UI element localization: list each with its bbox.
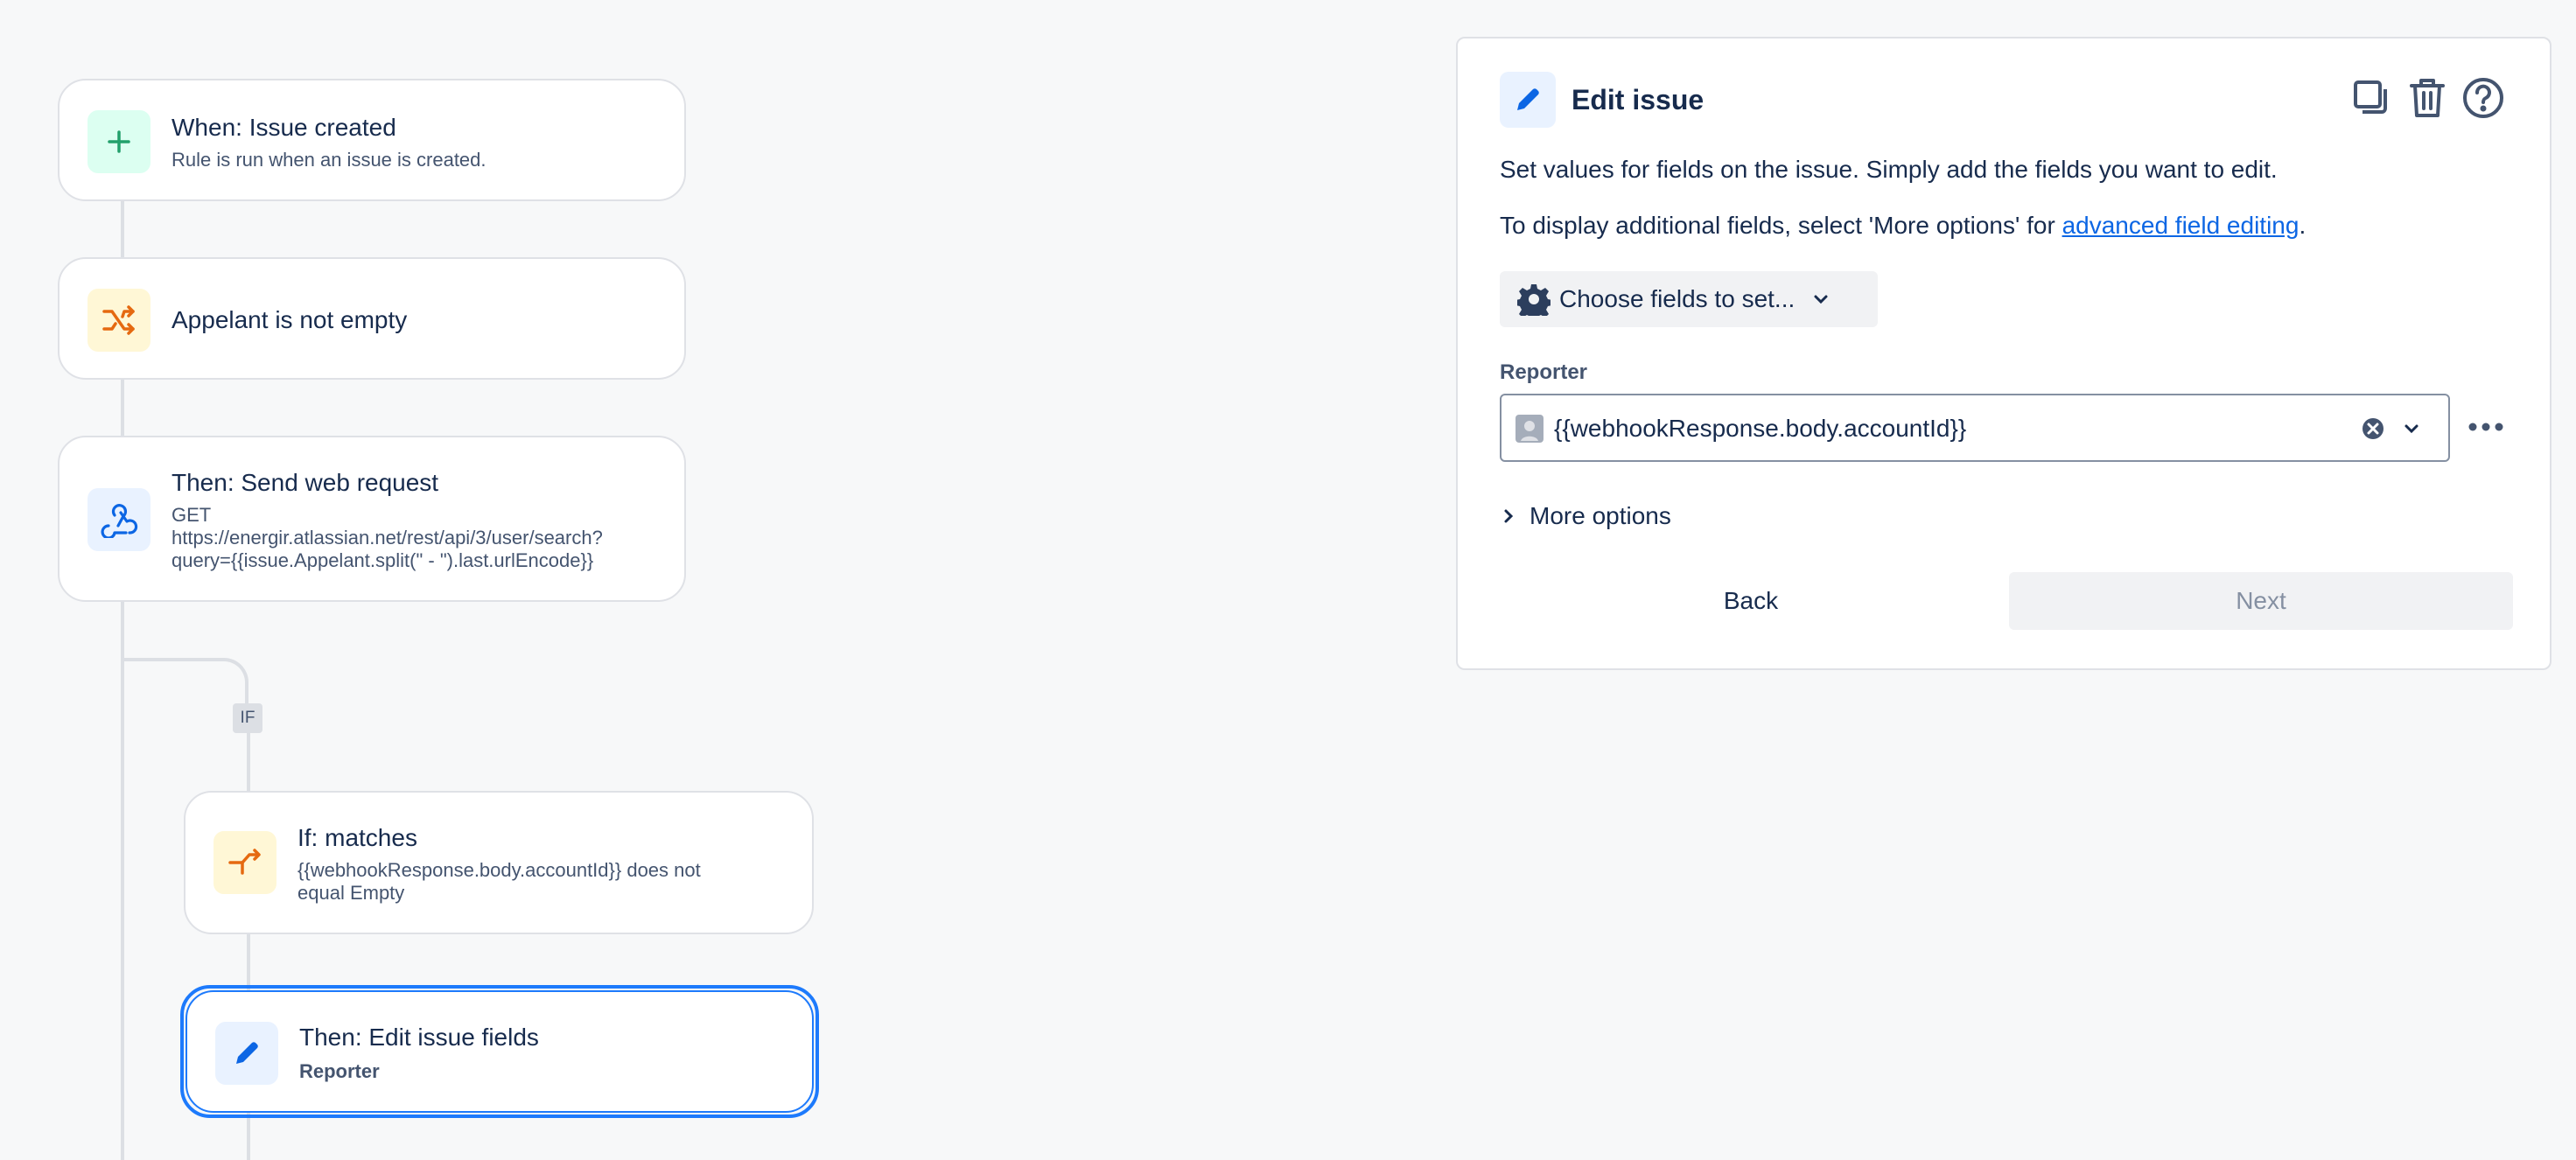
help-button[interactable] <box>2459 73 2508 122</box>
shuffle-icon <box>88 289 150 352</box>
advanced-field-editing-link[interactable]: advanced field editing <box>2062 212 2300 239</box>
more-actions-icon[interactable] <box>2464 409 2508 444</box>
web-request-url: https://energir.atlassian.net/rest/api/3… <box>172 527 603 549</box>
chevron-right-icon <box>1503 507 1514 525</box>
reporter-field[interactable]: {{webhookResponse.body.accountId}} <box>1500 394 2450 462</box>
if-matches-title: If: matches <box>298 824 417 851</box>
additional-fields-suffix: . <box>2299 212 2306 239</box>
edit-issue-panel: Edit issue Set values for fields on the … <box>1456 37 2552 670</box>
web-request-title: Then: Send web request <box>172 469 439 496</box>
connector-line <box>247 1111 250 1160</box>
trigger-subtitle: Rule is run when an issue is created. <box>172 149 486 171</box>
avatar <box>1516 415 1544 443</box>
webhook-icon <box>88 488 150 551</box>
connector-line <box>247 733 250 793</box>
gear-icon <box>1517 283 1550 316</box>
connector-line <box>247 933 250 992</box>
if-matches-line2: equal Empty <box>298 882 405 904</box>
trigger-title: When: Issue created <box>172 114 396 141</box>
pencil-icon <box>1500 72 1556 128</box>
if-matches-card[interactable]: If: matches {{webhookResponse.body.accou… <box>184 791 814 934</box>
edit-fields-card[interactable]: Then: Edit issue fields Reporter <box>186 990 814 1113</box>
condition-card[interactable]: Appelant is not empty <box>58 257 686 380</box>
more-options-toggle[interactable]: More options <box>1500 502 1671 530</box>
connector-line <box>121 199 124 259</box>
web-request-query: query={{issue.Appelant.split(" - ").last… <box>172 549 594 571</box>
trigger-card[interactable]: When: Issue created Rule is run when an … <box>58 79 686 201</box>
more-options-label: More options <box>1530 502 1671 529</box>
chevron-down-icon <box>1812 293 1830 305</box>
choose-fields-label: Choose fields to set... <box>1559 285 1796 312</box>
duplicate-button[interactable] <box>2347 73 2396 122</box>
chevron-down-icon[interactable] <box>2401 420 2422 437</box>
additional-fields-hint: To display additional fields, select 'Mo… <box>1500 212 2306 240</box>
connector-line <box>121 378 124 437</box>
if-badge: IF <box>233 703 262 733</box>
reporter-label: Reporter <box>1500 360 1588 384</box>
edit-fields-title: Then: Edit issue fields <box>299 1024 539 1051</box>
reporter-value: {{webhookResponse.body.accountId}} <box>1554 415 1967 442</box>
back-button[interactable]: Back <box>1500 572 2002 630</box>
if-matches-line1: {{webhookResponse.body.accountId}} does … <box>298 859 701 881</box>
panel-description: Set values for fields on the issue. Simp… <box>1500 156 2278 183</box>
clear-icon[interactable] <box>2361 416 2385 441</box>
panel-title: Edit issue <box>1572 84 1704 115</box>
plus-icon <box>88 110 150 173</box>
delete-button[interactable] <box>2403 73 2452 122</box>
branch-icon <box>214 831 276 894</box>
edit-fields-subtitle: Reporter <box>299 1060 380 1082</box>
next-button[interactable]: Next <box>2009 572 2513 630</box>
if-branch-connector <box>122 658 248 707</box>
choose-fields-button[interactable]: Choose fields to set... <box>1500 271 1878 327</box>
pencil-icon <box>215 1022 278 1085</box>
web-request-method: GET <box>172 504 212 526</box>
additional-fields-prefix: To display additional fields, select 'Mo… <box>1500 212 2062 239</box>
condition-title: Appelant is not empty <box>172 306 408 333</box>
web-request-card[interactable]: Then: Send web request GET https://energ… <box>58 436 686 602</box>
